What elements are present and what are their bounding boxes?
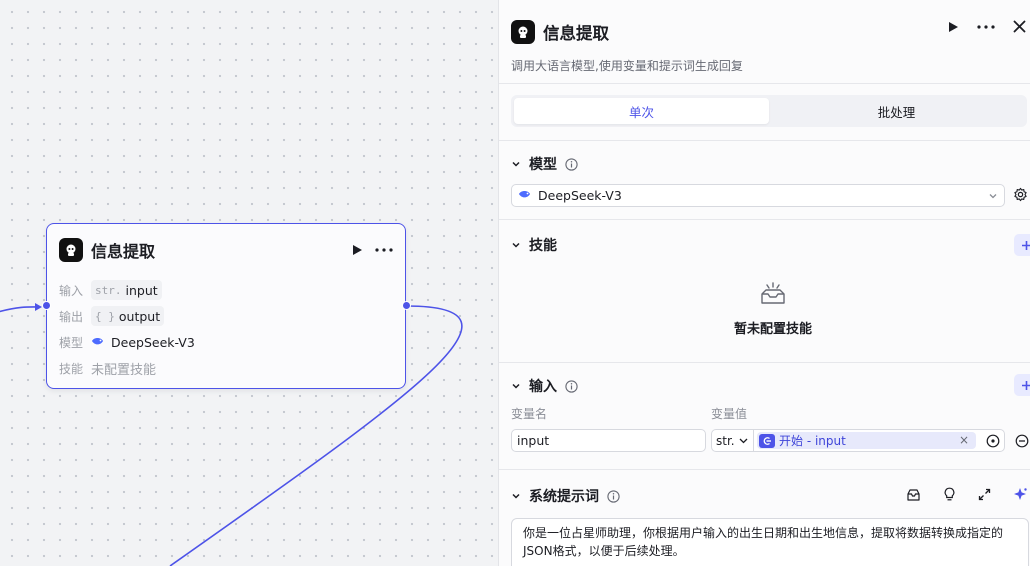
output-var-tag: { } output	[91, 306, 165, 326]
model-label: 模型	[59, 335, 84, 350]
chevron-down-icon	[739, 438, 748, 443]
divider	[499, 469, 1030, 470]
node-input-row: 输入 str. input	[59, 277, 393, 303]
skills-empty-state: 暂未配置技能	[715, 282, 831, 337]
var-value-field[interactable]: str. 开始 - input ×	[711, 429, 1005, 452]
node-title: 信息提取	[91, 242, 156, 261]
node-skill-row: 技能 未配置技能	[59, 355, 393, 381]
skill-value: 未配置技能	[91, 362, 157, 378]
input-section-title: 输入	[529, 379, 557, 395]
output-var-name: output	[118, 308, 161, 324]
var-name-input[interactable]: input	[511, 429, 706, 452]
panel-title: 信息提取	[543, 24, 609, 43]
skills-empty-text: 暂未配置技能	[733, 322, 812, 337]
add-input-button[interactable]	[1014, 374, 1030, 396]
add-skill-button[interactable]	[1014, 234, 1030, 256]
incoming-edge-arrow	[35, 303, 42, 311]
play-icon[interactable]	[947, 21, 959, 33]
clear-icon[interactable]: ×	[959, 432, 969, 449]
var-type-value: str.	[716, 433, 735, 448]
input-var-tag: str. input	[91, 280, 162, 300]
chevron-down-icon[interactable]	[511, 159, 521, 169]
plus-icon	[1021, 240, 1030, 250]
prompt-library-icon[interactable]	[906, 488, 921, 502]
panel-description: 调用大语言模型,使用变量和提示词生成回复	[511, 59, 743, 73]
node-input-port[interactable]	[42, 301, 51, 310]
info-icon[interactable]	[565, 379, 578, 393]
skills-section-title: 技能	[529, 238, 557, 254]
tab-single[interactable]: 单次	[514, 98, 769, 124]
node-header: 信息提取	[59, 237, 393, 263]
more-dots-icon[interactable]	[375, 247, 393, 253]
prompt-section-header: 系统提示词	[511, 485, 620, 507]
chevron-down-icon[interactable]	[511, 240, 521, 250]
empty-tray-icon	[759, 282, 787, 310]
llm-node-card[interactable]: 信息提取 输入 str. input 输出 {} output 模型 Deep…	[46, 223, 406, 389]
llm-robot-icon	[59, 238, 83, 262]
node-rows: 输入 str. input 输出 { } output 模型 DeepSeek-…	[59, 277, 393, 381]
info-icon[interactable]	[607, 489, 620, 503]
system-prompt-editor[interactable]: 你是一位占星师助理，你根据用户输入的出生日期和出生地信息，提取将数据转换成指定的…	[511, 518, 1029, 566]
node-model-row: 模型 DeepSeek-V3	[59, 329, 393, 355]
divider	[499, 219, 1030, 220]
var-value-column-label: 变量值	[711, 407, 748, 421]
chevron-down-icon[interactable]	[511, 491, 521, 501]
skill-label: 技能	[59, 361, 84, 376]
input-var-name: input	[125, 282, 158, 298]
target-icon[interactable]	[982, 434, 1004, 448]
model-name: DeepSeek-V3	[111, 334, 195, 350]
llm-robot-icon	[511, 20, 535, 44]
info-icon[interactable]	[565, 157, 578, 171]
model-select-value: DeepSeek-V3	[538, 188, 622, 203]
model-select[interactable]: DeepSeek-V3	[511, 184, 1005, 207]
more-dots-icon[interactable]	[977, 24, 995, 30]
output-label: 输出	[59, 309, 84, 324]
variable-ref-text: 开始 - input	[779, 434, 846, 448]
var-name-column-label: 变量名	[511, 407, 548, 421]
chevron-down-icon[interactable]	[511, 381, 521, 391]
expand-icon[interactable]	[978, 488, 991, 501]
node-output-port[interactable]	[402, 301, 411, 310]
prompt-section-title: 系统提示词	[529, 489, 599, 505]
node-config-panel: 信息提取 调用大语言模型,使用变量和提示词生成回复 单次 批处理 模型 Deep…	[498, 0, 1030, 566]
model-section-title: 模型	[529, 157, 557, 173]
gear-icon[interactable]	[1013, 187, 1028, 202]
ai-sparkle-icon[interactable]	[1013, 487, 1028, 502]
plus-icon	[1021, 380, 1030, 390]
deepseek-whale-icon	[91, 335, 105, 350]
close-icon[interactable]	[1013, 20, 1026, 33]
play-icon[interactable]	[351, 244, 363, 256]
incoming-edge	[0, 306, 41, 313]
panel-header: 信息提取	[511, 18, 1030, 46]
model-section-header: 模型	[511, 153, 578, 175]
node-output-row: 输出 { } output	[59, 303, 393, 329]
divider	[499, 83, 1030, 84]
str-type-label: str.	[95, 283, 122, 297]
variable-ref-icon	[759, 433, 775, 448]
object-type-label: { }	[95, 309, 115, 323]
skills-section-header: 技能	[511, 234, 557, 256]
input-label: 输入	[59, 283, 84, 298]
tab-batch[interactable]: 批处理	[769, 98, 1024, 124]
var-type-select[interactable]: str.	[712, 430, 754, 451]
prompt-toolbar	[906, 487, 1028, 502]
input-section-header: 输入	[511, 375, 578, 397]
divider	[499, 362, 1030, 363]
chevron-down-icon	[988, 191, 998, 201]
deepseek-whale-icon	[518, 188, 532, 203]
lightbulb-icon[interactable]	[943, 487, 956, 502]
workflow-canvas[interactable]: 信息提取 输入 str. input 输出 {} output 模型 Deep…	[0, 0, 498, 566]
variable-ref-chip[interactable]: 开始 - input ×	[757, 432, 976, 449]
minus-circle-icon[interactable]	[1015, 434, 1029, 448]
mode-tabs: 单次 批处理	[511, 95, 1027, 127]
divider	[499, 140, 1030, 141]
